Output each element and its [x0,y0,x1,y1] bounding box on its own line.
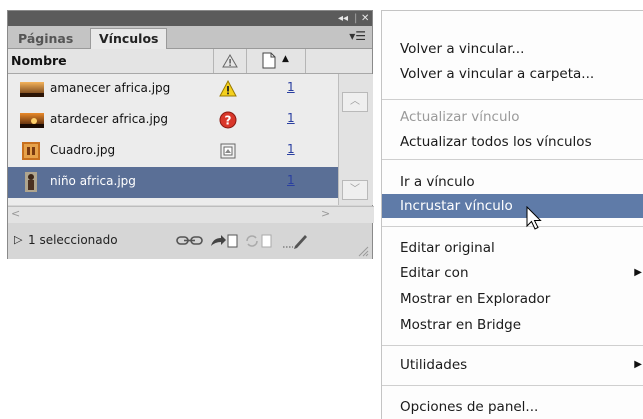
page-link[interactable]: 1 [287,111,295,125]
edit-original-icon[interactable] [279,233,309,249]
list-item-selected[interactable]: niño africa.jpg 1 [8,167,338,198]
file-name: atardecer africa.jpg [50,112,169,126]
menu-item-show-in-bridge[interactable]: Mostrar en Bridge [382,313,643,337]
sort-ascending-icon[interactable]: ▲ [282,54,289,64]
close-icon[interactable]: ✕ [361,11,369,26]
file-name: amanecer africa.jpg [50,81,171,95]
go-to-link-icon[interactable] [209,233,239,249]
svg-text:?: ? [225,114,232,128]
vertical-scrollbar[interactable]: ︿ ﹀ [338,74,373,205]
missing-link-icon: ? [219,111,237,129]
context-menu: Volver a vincular... Volver a vincular a… [381,10,643,419]
update-link-icon[interactable] [244,233,274,249]
list-item[interactable]: Cuadro.jpg 1 [8,136,338,167]
menu-item-update-all-links[interactable]: Actualizar todos los vínculos [382,130,643,154]
warning-icon [219,79,237,97]
page-link[interactable]: 1 [287,142,295,156]
relink-icon[interactable] [175,233,205,249]
page-link[interactable]: 1 [287,80,295,94]
menu-item-edit-original[interactable]: Editar original [382,236,643,260]
image-thumbnail-icon [25,172,37,192]
panel-menu-icon[interactable]: ▾☰ [349,29,366,43]
menu-item-update-link[interactable]: Actualizar vínculo [382,105,643,129]
menu-separator [382,159,643,160]
page-column-icon[interactable] [262,52,276,69]
image-thumbnail-icon [20,82,44,97]
selection-status: 1 seleccionado [28,233,118,247]
menu-separator [382,226,643,227]
file-name: niño africa.jpg [50,174,136,188]
menu-item-go-to-link[interactable]: Ir a vínculo [382,170,643,194]
submenu-arrow-icon: ▶ [634,359,642,370]
tab-paginas[interactable]: Páginas [10,29,81,48]
embedded-icon [220,143,236,159]
scroll-down-icon[interactable]: ﹀ [342,180,368,200]
menu-separator [382,345,643,346]
menu-item-panel-options[interactable]: Opciones de panel... [382,395,643,419]
menu-separator [382,385,643,386]
menu-item-embed-link[interactable]: Incrustar vínculo [382,194,643,218]
resize-grip-icon[interactable] [357,245,369,257]
menu-item-utilities[interactable]: Utilidades ▶ [382,353,643,377]
menu-item-relink[interactable]: Volver a vincular... [382,37,643,61]
tab-vinculos[interactable]: Vínculos [90,28,168,50]
column-name-label[interactable]: Nombre [11,53,67,68]
scroll-left-icon[interactable]: < [11,207,20,220]
status-column-icon[interactable] [222,54,238,68]
panel-tabs: Páginas Vínculos ▾☰ [8,26,372,50]
links-list: amanecer africa.jpg 1 atardecer africa.j… [8,74,338,205]
menu-item-edit-with[interactable]: Editar con ▶ [382,261,643,285]
collapse-icon[interactable]: ◂◂ [338,11,348,26]
scroll-up-icon[interactable]: ︿ [342,92,368,112]
panel-titlebar: ◂◂ | ✕ [8,11,372,26]
expand-triangle-icon[interactable]: ▷ [14,233,22,246]
list-item[interactable]: amanecer africa.jpg 1 [8,74,338,105]
image-thumbnail-icon [20,113,44,128]
links-panel: ◂◂ | ✕ Páginas Vínculos ▾☰ Nombre ▲ aman [7,10,374,259]
menu-item-show-in-explorer[interactable]: Mostrar en Explorador [382,287,643,311]
page-link[interactable]: 1 [287,173,295,187]
submenu-arrow-icon: ▶ [634,267,642,278]
menu-item-relink-to-folder[interactable]: Volver a vincular a carpeta... [382,62,643,86]
mouse-cursor-icon [526,206,542,230]
horizontal-scrollbar[interactable]: < > [8,206,374,223]
column-header: Nombre ▲ [8,49,372,74]
menu-separator [382,99,643,100]
panel-footer: ▷ 1 seleccionado [8,223,372,259]
image-thumbnail-icon [22,142,40,160]
list-item[interactable]: atardecer africa.jpg ? 1 [8,105,338,136]
file-name: Cuadro.jpg [50,143,116,157]
scroll-right-icon[interactable]: > [321,207,330,220]
